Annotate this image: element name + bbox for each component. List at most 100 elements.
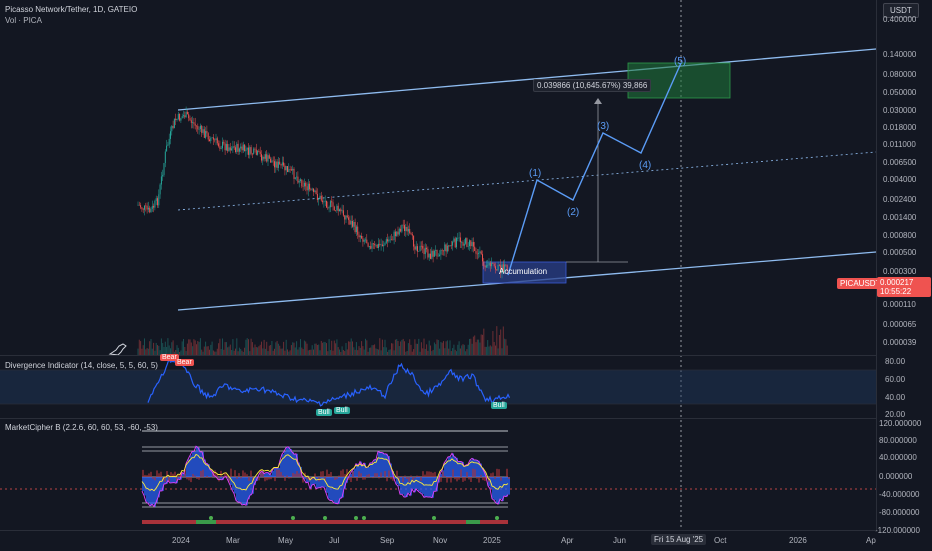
volume-bar	[498, 348, 499, 355]
volume-bar	[338, 347, 339, 355]
cipher-wave-bar	[294, 454, 296, 477]
candle-body	[187, 112, 188, 114]
candle-body	[494, 264, 495, 266]
price-chart[interactable]: (1) (2) (3) (4) (5)	[0, 0, 876, 530]
time-axis-label: Jul	[329, 536, 339, 545]
candle-body	[271, 161, 272, 163]
volume-title[interactable]: Vol · PICA	[5, 16, 42, 25]
candle-body	[320, 196, 321, 199]
volume-bar	[283, 342, 284, 355]
volume-bar	[295, 347, 296, 355]
candle-body	[379, 244, 380, 245]
volume-bar	[383, 347, 384, 355]
candle-body	[149, 208, 150, 213]
cipher-money-flow-bar	[264, 477, 266, 481]
candle-body	[284, 166, 285, 171]
candle-body	[401, 225, 402, 232]
volume-bar	[463, 344, 464, 355]
wave-label-5: (5)	[674, 56, 686, 67]
panel-separator-2[interactable]	[0, 418, 876, 419]
candle-body	[303, 186, 304, 187]
candle-body	[434, 251, 435, 257]
volume-bar	[226, 342, 227, 355]
divergence-band	[0, 370, 876, 404]
candle-body	[416, 246, 417, 249]
cipher-money-flow-bar	[404, 476, 406, 477]
candle-body	[179, 114, 180, 121]
candle-body	[243, 145, 244, 151]
measure-arrowhead	[594, 98, 602, 104]
candle-body	[171, 126, 172, 131]
volume-bar	[271, 341, 272, 355]
cipher-money-flow-bar	[406, 477, 408, 479]
candle-body	[427, 249, 428, 257]
candle-body	[474, 247, 475, 251]
volume-bar	[416, 344, 417, 355]
cipher-wave-bar	[504, 477, 506, 496]
cipher-money-flow-bar	[192, 474, 194, 477]
volume-bar	[398, 341, 399, 355]
symbol-title[interactable]: Picasso Network/Tether, 1D, GATEIO	[5, 5, 137, 14]
price-axis[interactable]: USDT 0.4000000.1400000.0800000.0500000.0…	[876, 0, 932, 530]
candle-body	[413, 236, 414, 247]
candle-body	[307, 186, 308, 190]
cipher-wave-bar	[192, 452, 194, 477]
volume-bar	[500, 329, 501, 355]
volume-bar	[153, 343, 154, 355]
cipher-buy-dot	[209, 516, 213, 520]
volume-bar	[375, 348, 376, 355]
cipher-money-flow-bar	[496, 469, 498, 477]
volume-bar	[459, 341, 460, 355]
candle-body	[357, 227, 358, 235]
cipher-money-flow-bar	[220, 471, 222, 477]
candle-body	[414, 247, 415, 250]
candle-body	[491, 263, 492, 267]
candle-body	[253, 149, 254, 154]
cipher-money-flow-bar	[274, 477, 276, 481]
volume-bar	[304, 341, 305, 355]
candle-body	[305, 183, 306, 186]
candle-body	[408, 229, 409, 231]
volume-bar	[188, 339, 189, 355]
volume-bar	[266, 342, 267, 355]
volume-bar	[204, 347, 205, 355]
candle-body	[162, 175, 163, 177]
divergence-title[interactable]: Divergence Indicator (14, close, 5, 5, 6…	[5, 361, 158, 370]
time-axis[interactable]: 2024MarMayJulSepNov2025AprJunOct2026Ap F…	[0, 530, 876, 551]
candle-body	[312, 189, 313, 190]
crosshair-date-tag: Fri 15 Aug '25	[651, 534, 706, 545]
volume-bar	[492, 331, 493, 355]
candle-body	[235, 147, 236, 152]
panel-separator-1[interactable]	[0, 355, 876, 356]
volume-bar	[395, 340, 396, 355]
cipher-wave-bar	[336, 477, 338, 504]
divergence-axis-label: 20.00	[885, 410, 905, 419]
candle-body	[375, 245, 376, 246]
candle-body	[296, 177, 297, 178]
cipher-wave-bar	[354, 468, 356, 477]
cipher-wave-bar	[244, 477, 246, 504]
cipher-money-flow-bar	[354, 477, 356, 478]
cipher-money-flow-bar	[466, 472, 468, 477]
volume-bar	[486, 347, 487, 355]
candle-body	[387, 239, 388, 241]
cipher-money-flow-bar	[154, 477, 156, 480]
cipher-wave-bar	[266, 473, 268, 477]
price-axis-label: 0.000300	[883, 267, 916, 276]
candle-body	[216, 138, 217, 140]
cipher-title[interactable]: MarketCipher B (2.2.6, 60, 60, 53, -60, …	[5, 423, 158, 432]
candle-body	[465, 238, 466, 244]
candle-body	[399, 229, 400, 235]
candle-body	[317, 194, 318, 200]
measure-label: 0.039866 (10,645.67%) 39,866	[533, 79, 651, 92]
volume-bar	[314, 344, 315, 355]
cipher-wave-bar	[334, 477, 336, 503]
cipher-money-flow-bar	[434, 472, 436, 477]
cipher-money-flow-bar	[492, 473, 494, 477]
cipher-money-flow-bar	[444, 476, 446, 477]
candle-body	[447, 246, 448, 252]
cipher-money-flow-bar	[182, 476, 184, 477]
candle-body	[482, 254, 483, 261]
candle-body	[286, 166, 287, 170]
chart-area[interactable]: (1) (2) (3) (4) (5) Picasso Network/Teth…	[0, 0, 876, 530]
